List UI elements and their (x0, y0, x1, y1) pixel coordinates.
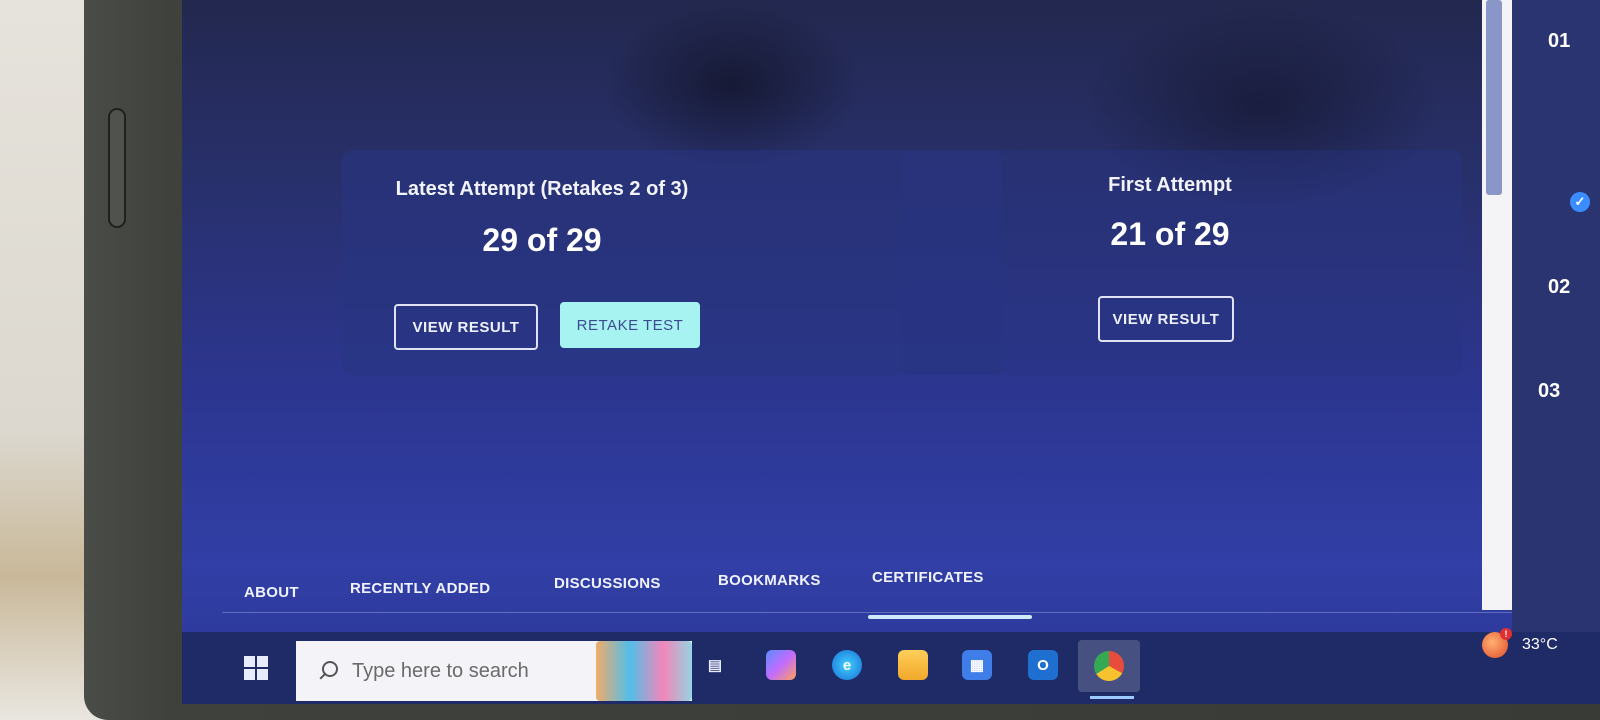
task-view-icon[interactable]: ▤ (700, 650, 730, 680)
active-app-indicator (1090, 696, 1134, 699)
first-attempt-score: 21 of 29 (1110, 216, 1230, 252)
tab-certificates[interactable]: CERTIFICATES (872, 569, 984, 586)
tabs-divider (222, 612, 1522, 613)
file-explorer-icon[interactable] (898, 650, 928, 680)
weather-alert-badge: ! (1500, 628, 1512, 640)
latest-attempt-score: 29 of 29 (482, 222, 602, 258)
windows-start-icon[interactable] (244, 656, 268, 680)
first-attempt-label: First Attempt (1108, 174, 1232, 196)
copilot-icon[interactable] (766, 650, 796, 680)
tab-about[interactable]: ABOUT (244, 584, 299, 601)
tab-bookmarks[interactable]: BOOKMARKS (718, 572, 821, 589)
screen: Latest Attempt (Retakes 2 of 3) 29 of 29… (182, 0, 1600, 704)
chrome-icon (1094, 651, 1124, 681)
search-placeholder: Type here to search (352, 659, 529, 682)
temperature-label[interactable]: 33°C (1522, 636, 1558, 654)
retake-test-button[interactable]: RETAKE TEST (560, 302, 700, 348)
step-01[interactable]: 01 (1548, 30, 1570, 53)
bezel-slot (108, 108, 126, 228)
screen-reflection (602, 0, 862, 170)
tab-discussions[interactable]: DISCUSSIONS (554, 575, 661, 592)
chrome-icon-slot[interactable] (1078, 640, 1140, 692)
step-panel (1512, 0, 1600, 640)
outlook-icon[interactable]: O (1028, 650, 1058, 680)
search-icon (318, 661, 338, 681)
step-02[interactable]: 02 (1548, 276, 1570, 299)
search-highlight-image[interactable] (596, 641, 692, 701)
active-tab-indicator (868, 615, 1032, 619)
first-view-result-button[interactable]: VIEW RESULT (1098, 296, 1234, 342)
step-03[interactable]: 03 (1538, 380, 1560, 403)
check-icon: ✓ (1570, 192, 1590, 212)
scrollbar-thumb[interactable] (1486, 0, 1502, 195)
latest-view-result-button[interactable]: VIEW RESULT (394, 304, 538, 350)
store-icon[interactable]: ▦ (962, 650, 992, 680)
tab-recently-added[interactable]: RECENTLY ADDED (350, 580, 490, 597)
latest-attempt-label: Latest Attempt (Retakes 2 of 3) (395, 178, 689, 200)
edge-icon[interactable]: e (832, 650, 862, 680)
